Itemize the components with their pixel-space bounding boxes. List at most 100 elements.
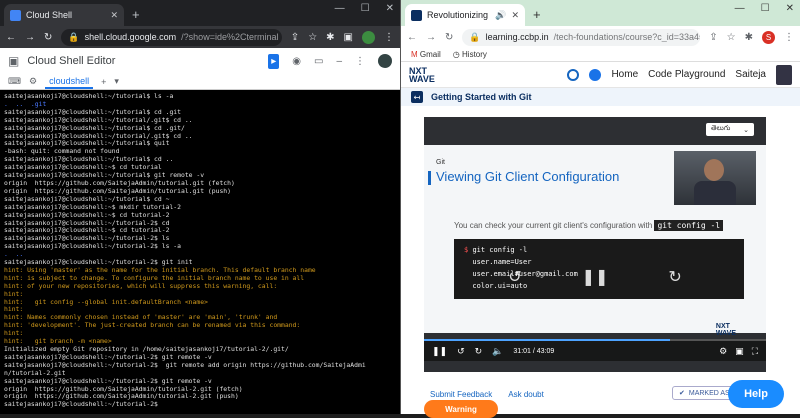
- star-icon[interactable]: ☆: [727, 32, 736, 43]
- close-window-icon[interactable]: ✕: [786, 3, 794, 14]
- volume-icon[interactable]: 🔈: [492, 346, 503, 357]
- terminal-line: hint: of your new repositories, which wi…: [4, 281, 278, 290]
- cloud-shell-icon: [10, 9, 21, 21]
- bookmark-gmail[interactable]: M Gmail: [411, 50, 441, 59]
- minimize-icon[interactable]: —: [735, 3, 745, 14]
- star-icon[interactable]: ☆: [308, 32, 317, 43]
- editor-title: Cloud Shell Editor: [27, 55, 116, 67]
- chevron-down-icon: ⌄: [743, 126, 749, 134]
- avatar[interactable]: S: [762, 30, 775, 44]
- new-tab-button[interactable]: +: [533, 7, 541, 22]
- course-title: Getting Started with Git: [431, 92, 532, 102]
- submit-feedback-link[interactable]: Submit Feedback: [430, 390, 492, 399]
- bookmark-history[interactable]: ◷ History: [453, 50, 487, 59]
- share-icon[interactable]: ⇪: [291, 32, 299, 43]
- pip-icon[interactable]: ▣: [735, 346, 744, 357]
- slide-title: Viewing Git Client Configuration: [427, 169, 620, 185]
- layout-icon[interactable]: ▭: [314, 56, 323, 67]
- window-controls: — ☐ ✕: [735, 3, 794, 14]
- terminal-line: saitejasankoji7@cloudshell:~/tutorial$ l…: [4, 92, 174, 100]
- browser-toolbar: ← → ↻ 🔒 learning.ccbp.in/tech-foundation…: [401, 26, 800, 48]
- window-controls: — ☐ ✕: [335, 3, 394, 14]
- terminal-output[interactable]: saitejasankoji7@cloudshell:~/tutorial$ l…: [0, 90, 400, 414]
- new-tab-button[interactable]: +: [132, 7, 140, 22]
- video-slide: Git Viewing Git Client Configuration You…: [424, 145, 766, 361]
- maximize-icon[interactable]: ☐: [761, 3, 770, 14]
- maximize-icon[interactable]: ☐: [361, 3, 370, 14]
- streak-icon[interactable]: [567, 68, 580, 81]
- share-icon[interactable]: ⇪: [709, 32, 717, 43]
- nav-home[interactable]: Home: [611, 69, 638, 80]
- lock-icon: 🔒: [469, 31, 481, 42]
- slide-tag: Git: [436, 159, 445, 166]
- tab-title: Cloud Shell: [26, 10, 73, 20]
- close-icon[interactable]: ✕: [511, 10, 519, 21]
- warning-button[interactable]: Warning: [424, 400, 498, 418]
- check-circle-icon: ✔: [679, 390, 685, 397]
- user-avatar[interactable]: [776, 64, 792, 85]
- help-button[interactable]: Help: [728, 380, 784, 408]
- site-favicon-icon: [411, 9, 422, 21]
- reload-icon[interactable]: ↻: [44, 32, 52, 43]
- terminal-line: hint: git config --global init.defaultBr…: [4, 297, 208, 306]
- forward-icon[interactable]: ↻: [668, 267, 681, 287]
- tab-cloudshell[interactable]: cloudshell: [45, 75, 94, 89]
- tab-cloud-shell[interactable]: Cloud Shell ✕: [4, 4, 124, 26]
- add-terminal-button[interactable]: +: [101, 77, 106, 87]
- pause-icon[interactable]: ❚❚: [582, 267, 609, 287]
- address-bar[interactable]: 🔒 learning.ccbp.in/tech-foundations/cour…: [462, 28, 701, 46]
- address-bar[interactable]: 🔒 shell.cloud.google.com /?show=ide%2Cter…: [61, 28, 282, 46]
- ask-doubt-link[interactable]: Ask doubt: [508, 390, 544, 399]
- terminal-line: saitejasankoji7@cloudshell:~/tutorial-2$: [4, 400, 162, 409]
- back-icon[interactable]: ←: [407, 32, 417, 43]
- lock-icon: 🔒: [68, 31, 80, 42]
- video-watermark: NXT WAVE: [715, 323, 736, 337]
- forward-icon[interactable]: →: [426, 32, 436, 43]
- fullscreen-icon[interactable]: ⛶: [752, 346, 758, 357]
- video-player[interactable]: తెలుగు ⌄ Git Viewing Git Client Configura…: [424, 117, 766, 372]
- avatar[interactable]: [362, 30, 375, 44]
- forward-button-icon[interactable]: ↻: [475, 346, 483, 357]
- url-host: shell.cloud.google.com: [84, 32, 177, 42]
- playback-overlay: ↺ ❚❚ ↻: [424, 267, 766, 287]
- keyboard-icon[interactable]: ⌨: [8, 76, 21, 87]
- language-select[interactable]: తెలుగు ⌄: [706, 123, 754, 136]
- chat-icon[interactable]: [589, 68, 602, 81]
- rewind-button-icon[interactable]: ↺: [457, 346, 465, 357]
- nav-user[interactable]: Saiteja: [735, 69, 766, 80]
- pause-button-icon[interactable]: ❚❚: [432, 346, 447, 357]
- more-icon[interactable]: ⋮: [355, 56, 365, 67]
- speaker-icon[interactable]: 🔊: [495, 10, 506, 21]
- menu-icon[interactable]: ⋮: [384, 32, 394, 43]
- close-icon[interactable]: ✕: [110, 10, 118, 21]
- extension-icon[interactable]: ✱: [326, 32, 334, 43]
- settings-icon[interactable]: ⚙: [719, 346, 727, 357]
- minimize-icon[interactable]: —: [335, 3, 345, 14]
- url-host: learning.ccbp.in: [485, 32, 549, 42]
- history-icon: ◷: [452, 50, 460, 59]
- user-avatar[interactable]: [378, 54, 392, 68]
- extension-icon[interactable]: ✱: [745, 32, 753, 43]
- back-arrow-icon[interactable]: ↤: [411, 91, 423, 103]
- settings-icon[interactable]: ⚙: [29, 76, 37, 87]
- reload-icon[interactable]: ↻: [445, 32, 453, 43]
- time-display: 31:01 / 43:09: [513, 347, 555, 355]
- forward-icon[interactable]: →: [25, 32, 35, 43]
- url-path: /?show=ide%2Cterminal: [181, 32, 279, 42]
- back-icon[interactable]: ←: [6, 32, 16, 43]
- terminal-line: hint: 'development'. The just-created br…: [4, 321, 301, 330]
- chevron-down-icon[interactable]: ▾: [114, 76, 119, 87]
- tab-strip: Cloud Shell ✕ + — ☐ ✕: [0, 0, 400, 26]
- sidebar-icon[interactable]: ▣: [344, 32, 353, 43]
- nxtwave-logo[interactable]: NXT WAVE: [409, 66, 449, 83]
- menu-icon[interactable]: ⋮: [784, 32, 794, 43]
- preview-icon[interactable]: ◉: [292, 56, 301, 67]
- tab-course[interactable]: Revolutionizing the Job Mark 🔊 ✕: [405, 4, 525, 26]
- terminal-toggle-icon[interactable]: ▸: [268, 53, 280, 69]
- close-window-icon[interactable]: ✕: [386, 3, 394, 14]
- nav-code-playground[interactable]: Code Playground: [648, 69, 725, 80]
- url-path: /tech-foundations/course?c_id=33a457...: [553, 32, 701, 42]
- rewind-icon[interactable]: ↺: [508, 267, 521, 287]
- terminal-tabs-bar: ⌨ ⚙ cloudshell + ▾: [0, 74, 400, 90]
- minimize-panel-icon[interactable]: –: [336, 56, 342, 67]
